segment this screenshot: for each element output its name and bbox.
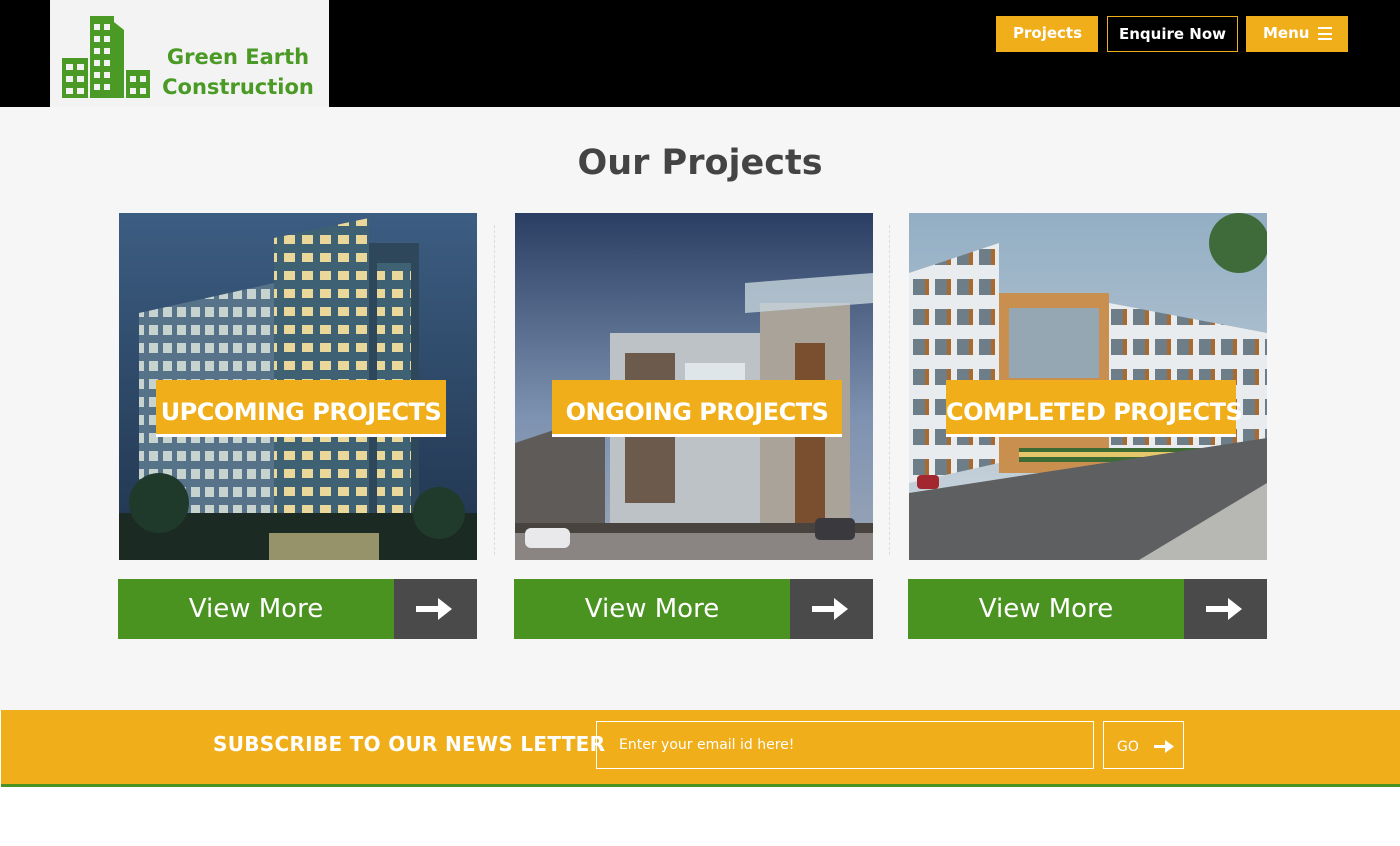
projects-section: Our Projects UPCOMING PROJECTS View More… — [0, 107, 1400, 710]
enquire-now-label: Enquire Now — [1119, 25, 1226, 43]
arrow-right-icon — [1154, 740, 1174, 753]
newsletter-bar: SUBSCRIBE TO OUR NEWS LETTER GO — [1, 710, 1400, 787]
go-button-label: GO — [1117, 739, 1139, 755]
newsletter-go-button[interactable]: GO — [1103, 721, 1184, 769]
projects-button[interactable]: Projects — [996, 16, 1098, 52]
logo-text: Green Earth Construction — [158, 42, 318, 102]
newsletter-title: SUBSCRIBE TO OUR NEWS LETTER — [213, 732, 606, 756]
logo-line-1: Green Earth — [166, 45, 310, 69]
enquire-now-button[interactable]: Enquire Now — [1107, 16, 1238, 52]
card-divider — [889, 225, 890, 555]
card-label-completed: COMPLETED PROJECTS — [946, 380, 1243, 437]
building-logo-icon — [62, 16, 150, 98]
arrow-right-icon — [1184, 579, 1267, 639]
view-more-completed-button[interactable]: View More — [908, 579, 1267, 639]
logo-line-2: Construction — [162, 75, 314, 99]
menu-button[interactable]: Menu — [1246, 16, 1348, 52]
hamburger-icon — [1318, 27, 1332, 40]
logo[interactable]: Green Earth Construction — [50, 0, 329, 107]
view-more-label: View More — [118, 579, 394, 639]
view-more-upcoming-button[interactable]: View More — [118, 579, 477, 639]
arrow-right-icon — [394, 579, 477, 639]
view-more-ongoing-button[interactable]: View More — [514, 579, 873, 639]
page: Green Earth Construction Projects Enquir… — [0, 0, 1400, 846]
view-more-label: View More — [908, 579, 1184, 639]
view-more-label: View More — [514, 579, 790, 639]
arrow-right-icon — [790, 579, 873, 639]
card-divider — [494, 225, 495, 555]
section-title: Our Projects — [577, 143, 823, 183]
projects-button-label: Projects — [1013, 24, 1083, 42]
site-header: Green Earth Construction Projects Enquir… — [0, 0, 1400, 107]
card-label-upcoming: UPCOMING PROJECTS — [156, 380, 446, 437]
menu-button-label: Menu — [1263, 24, 1310, 42]
newsletter-email-input[interactable] — [596, 721, 1094, 769]
card-label-ongoing: ONGOING PROJECTS — [552, 380, 842, 437]
